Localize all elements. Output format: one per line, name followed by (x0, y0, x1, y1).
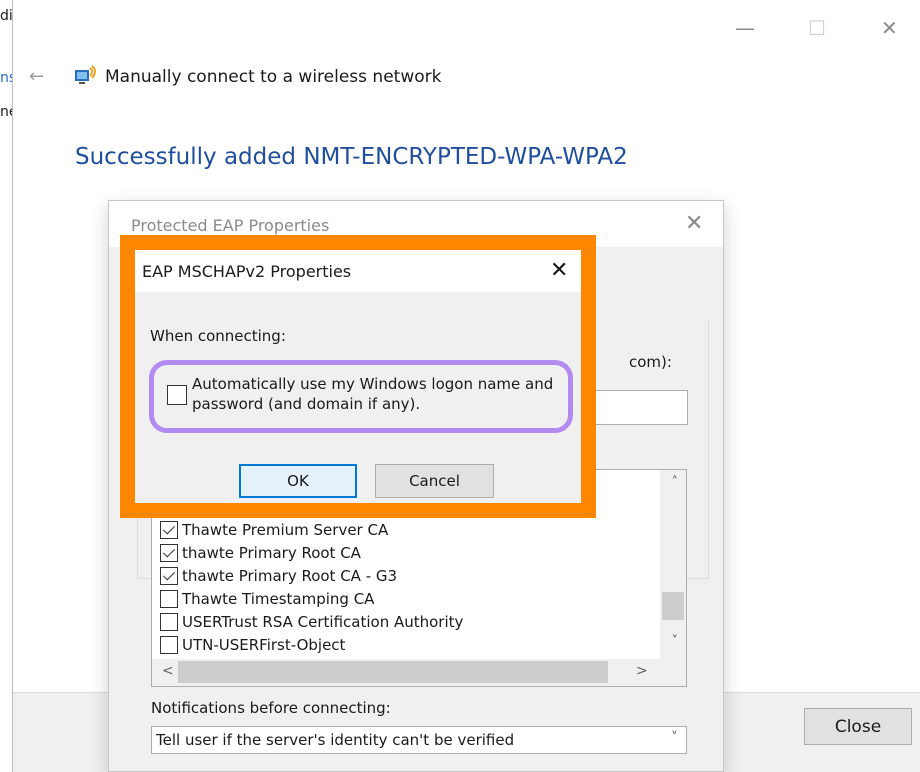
cancel-button[interactable]: Cancel (375, 464, 494, 498)
server-field-label-fragment: com): (629, 353, 672, 371)
ca-label: thawte Primary Root CA (182, 544, 361, 562)
ca-list-item[interactable]: Thawte Timestamping CA (160, 588, 374, 610)
minimize-button[interactable]: — (735, 18, 755, 38)
success-heading: Successfully added NMT-ENCRYPTED-WPA-WPA… (75, 144, 628, 170)
back-arrow-icon[interactable]: ← (29, 66, 44, 87)
ca-label: USERTrust RSA Certification Authority (182, 613, 464, 631)
horizontal-scrollbar[interactable]: < > (152, 659, 686, 686)
ca-list-item[interactable]: UTN-USERFirst-Object (160, 634, 345, 656)
ca-list-item[interactable]: thawte Primary Root CA - G3 (160, 565, 397, 587)
vertical-scrollbar[interactable]: ˄ ˅ (660, 470, 686, 660)
notifications-selected-value: Tell user if the server's identity can't… (156, 731, 515, 749)
mschap-close-icon[interactable]: ✕ (550, 258, 568, 283)
background-window-sliver: di ns ne (0, 0, 12, 772)
background-text-fragment: ne (0, 104, 12, 120)
notifications-label: Notifications before connecting: (151, 699, 391, 717)
ca-label: Thawte Timestamping CA (182, 590, 375, 608)
ca-checkbox[interactable] (160, 636, 178, 654)
server-name-input[interactable] (581, 390, 688, 425)
ok-button[interactable]: OK (239, 464, 357, 498)
ca-label: Thawte Premium Server CA (182, 521, 389, 539)
window-close-button[interactable]: ✕ (881, 18, 898, 38)
ca-checkbox[interactable] (160, 521, 178, 539)
ca-checkbox[interactable] (160, 544, 178, 562)
scroll-left-icon[interactable]: < (162, 663, 174, 679)
background-text-fragment: di (0, 8, 12, 24)
purple-highlight-frame (149, 360, 573, 433)
ca-label: UTN-USERFirst-Object (182, 636, 346, 654)
notifications-dropdown[interactable]: Tell user if the server's identity can't… (151, 726, 687, 754)
ca-checkbox[interactable] (160, 567, 178, 585)
mschap-dialog-title: EAP MSCHAPv2 Properties (142, 262, 352, 281)
vertical-scroll-thumb[interactable] (662, 592, 684, 620)
scroll-right-icon[interactable]: > (636, 663, 648, 679)
scroll-up-icon[interactable]: ˄ (672, 475, 679, 490)
ca-list-item[interactable]: thawte Primary Root CA (160, 542, 361, 564)
ca-list-item[interactable]: USERTrust RSA Certification Authority (160, 611, 463, 633)
horizontal-scroll-thumb[interactable] (178, 661, 608, 683)
ca-list-item[interactable]: Thawte Premium Server CA (160, 519, 388, 541)
ca-checkbox[interactable] (160, 613, 178, 631)
close-button[interactable]: Close (804, 708, 912, 745)
scroll-down-icon[interactable]: ˅ (672, 634, 679, 649)
ca-label: thawte Primary Root CA - G3 (182, 567, 398, 585)
background-link-fragment[interactable]: ns (0, 70, 12, 86)
ca-checkbox[interactable] (160, 590, 178, 608)
maximize-button[interactable]: ☐ (808, 18, 826, 38)
when-connecting-label: When connecting: (150, 327, 286, 345)
wizard-title: Manually connect to a wireless network (105, 67, 442, 87)
chevron-down-icon: ˅ (671, 730, 678, 746)
peap-dialog-title: Protected EAP Properties (131, 216, 330, 235)
peap-close-icon[interactable]: ✕ (685, 211, 703, 236)
wireless-network-icon (75, 65, 96, 84)
